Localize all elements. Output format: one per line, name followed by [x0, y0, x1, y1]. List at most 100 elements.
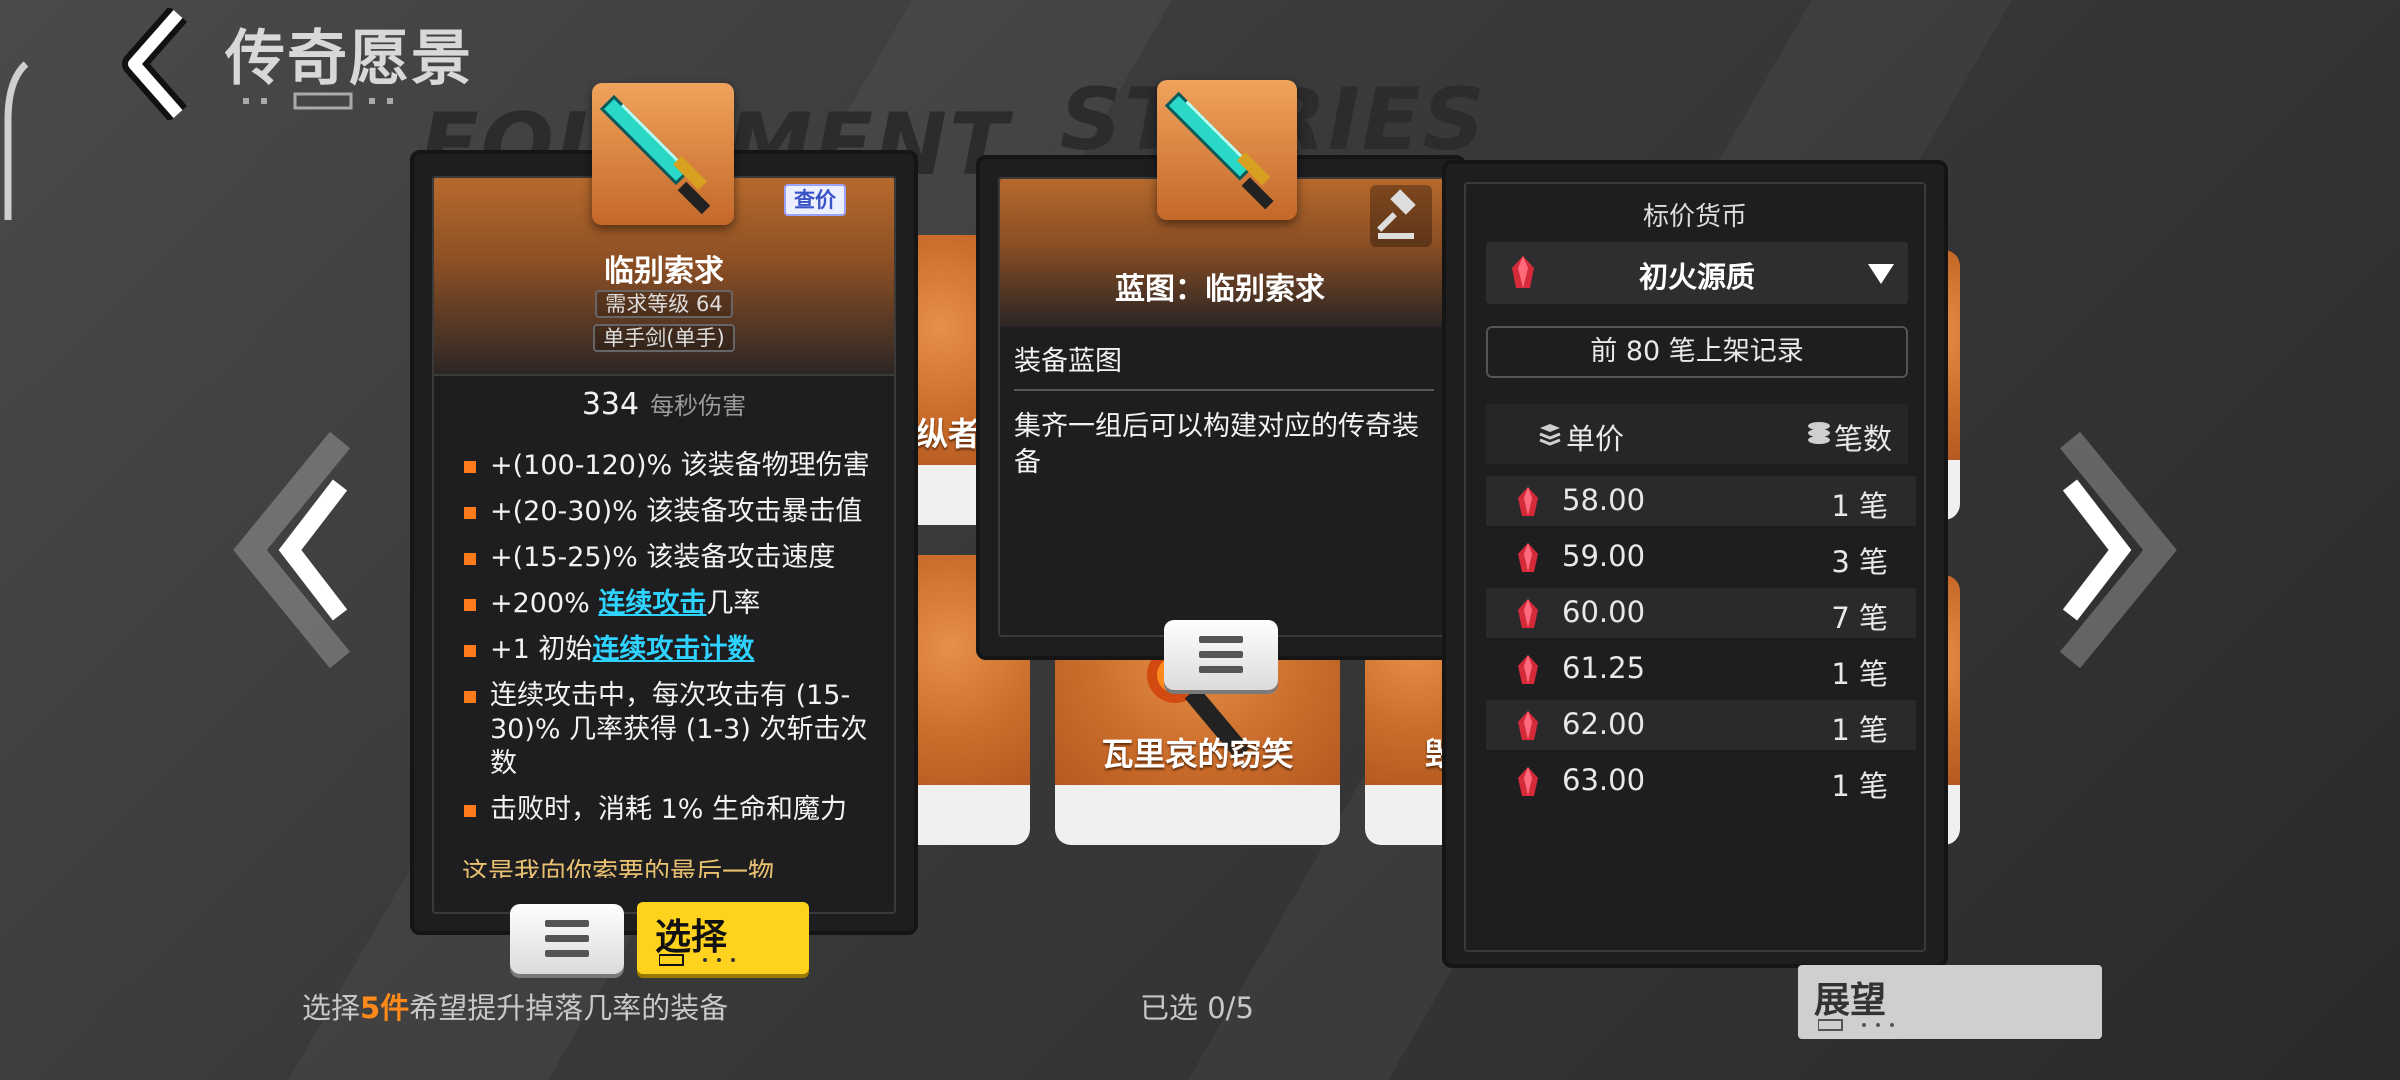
- row-count: 3 笔: [1831, 545, 1888, 579]
- flavor-text: 这是我向你索要的最后一物: [462, 858, 775, 878]
- stat-text: +(15-25)% 该装备攻击速度: [490, 542, 836, 573]
- item-menu-button[interactable]: [510, 904, 624, 974]
- blueprint-tooltip-panel: 蓝图：临别索求 装备蓝图 集齐一组后可以构建对应的传奇装备: [976, 155, 1466, 660]
- stat-text: +(20-30)% 该装备攻击暴击值: [490, 496, 863, 527]
- coin-stack-icon: [1539, 424, 1561, 446]
- stat-text: +200%: [490, 588, 599, 619]
- records-button[interactable]: 前 80 笔上架记录: [1486, 326, 1908, 378]
- blueprint-description: 集齐一组后可以构建对应的传奇装备: [1014, 411, 1419, 478]
- stat-bullet: [464, 691, 476, 703]
- row-price: 59.00: [1562, 539, 1646, 573]
- price-table-header: 单价 笔数: [1486, 404, 1908, 464]
- row-count: 1 笔: [1831, 713, 1888, 747]
- back-button[interactable]: [118, 6, 198, 122]
- dps-label: 每秒伤害: [650, 392, 747, 420]
- currency-name: 初火源质: [1638, 260, 1755, 294]
- select-button[interactable]: 选择: [637, 902, 809, 974]
- crystal-icon: [1518, 599, 1538, 628]
- selection-hint: 选择5件希望提升掉落几率的装备: [302, 985, 728, 1027]
- stat-bullet: [464, 599, 476, 611]
- crystal-icon: [1518, 711, 1538, 740]
- row-price: 58.00: [1562, 483, 1646, 517]
- keyword-link-combo-count[interactable]: 连续攻击计数: [592, 634, 754, 665]
- required-level: 需求等级 64: [595, 290, 733, 318]
- row-price: 61.25: [1562, 651, 1646, 685]
- stat-text: +(100-120)% 该装备物理伤害: [490, 450, 870, 481]
- bg-card-label: 瓦里哀的窃笑: [1101, 735, 1294, 773]
- price-row[interactable]: 59.00 3 笔: [1486, 532, 1916, 582]
- currency-label: 标价货币: [1642, 202, 1747, 232]
- col-count: 笔数: [1834, 422, 1893, 456]
- back-chevron-icon: [122, 6, 188, 122]
- stat-text: 几率: [706, 588, 761, 619]
- crystal-icon: [1518, 655, 1538, 684]
- row-count: 1 笔: [1831, 769, 1888, 803]
- keyword-link-combo-attack[interactable]: 连续攻击: [598, 588, 706, 619]
- blueprint-menu-button[interactable]: [1164, 620, 1278, 690]
- item-tooltip-panel: 查价 临别索求 需求等级 64 单手剑(单手) 334 每秒伤害 +(100-1…: [410, 150, 918, 935]
- price-row[interactable]: 58.00 1 笔: [1486, 476, 1916, 526]
- stat-text: 连续攻击中，每次攻击有 (15-30)% 几率获得 (1-3) 次斩击次数: [490, 680, 868, 779]
- stat-text: +1 初始: [490, 634, 593, 665]
- outlook-decoration: [1818, 1019, 1894, 1031]
- col-price: 单价: [1566, 422, 1625, 456]
- currency-dropdown[interactable]: 初火源质: [1486, 242, 1908, 304]
- blueprint-title: 蓝图：临别索求: [1115, 272, 1325, 307]
- stat-bullet: [464, 553, 476, 565]
- stat-row: +(20-30)% 该装备攻击暴击值: [464, 495, 884, 529]
- stat-row: +(15-25)% 该装备攻击速度: [464, 541, 884, 575]
- stat-bullet: [464, 461, 476, 473]
- row-count: 1 笔: [1831, 657, 1888, 691]
- hint-prefix: 选择: [302, 991, 361, 1025]
- price-panel: 标价货币 初火源质 前 80 笔上架记录 单价 笔数 58.00 1 笔 59.…: [1442, 160, 1948, 968]
- stat-bullet: [464, 805, 476, 817]
- price-row[interactable]: 62.00 1 笔: [1486, 700, 1916, 750]
- crystal-icon: [1518, 767, 1538, 796]
- stat-bullet: [464, 507, 476, 519]
- row-count: 1 笔: [1831, 489, 1888, 523]
- dps-line: 334 每秒伤害: [414, 386, 914, 422]
- crystal-icon: [1518, 543, 1538, 572]
- auction-gavel-icon[interactable]: [1370, 185, 1432, 247]
- selected-count: 已选 0/5: [1140, 991, 1254, 1025]
- outlook-button[interactable]: 展望: [1798, 965, 2102, 1039]
- row-count: 7 笔: [1831, 601, 1888, 635]
- crystal-icon: [1518, 487, 1538, 516]
- stat-row: +200% 连续攻击几率: [464, 587, 884, 621]
- stat-row: +(100-120)% 该装备物理伤害: [464, 449, 884, 483]
- coin-stack-icon: [1808, 422, 1830, 444]
- price-row[interactable]: 63.00 1 笔: [1486, 756, 1916, 806]
- dps-value: 334: [581, 387, 640, 422]
- weapon-type: 单手剑(单手): [593, 324, 735, 352]
- title-decoration: [243, 92, 393, 110]
- outlook-label: 展望: [1814, 980, 1887, 1021]
- row-price: 62.00: [1562, 707, 1646, 741]
- item-name: 临别索求: [604, 254, 724, 289]
- next-page-arrow[interactable]: [2030, 430, 2180, 670]
- hint-highlight: 5件: [360, 991, 410, 1025]
- stat-list: +(100-120)% 该装备物理伤害 +(20-30)% 该装备攻击暴击值 +…: [464, 449, 884, 839]
- blueprint-icon-frame: [1157, 80, 1297, 220]
- stat-row: +1 初始连续攻击计数: [464, 633, 884, 667]
- item-icon-frame: [592, 83, 734, 225]
- price-list[interactable]: 58.00 1 笔 59.00 3 笔 60.00 7 笔 61.25 1 笔 …: [1486, 476, 1916, 840]
- select-label: 选择: [655, 917, 728, 958]
- price-row[interactable]: 60.00 7 笔: [1486, 588, 1916, 638]
- sword-icon: [599, 94, 711, 215]
- row-price: 60.00: [1562, 595, 1646, 629]
- stat-row: 击败时，消耗 1% 生命和魔力: [464, 793, 884, 827]
- select-decoration: [659, 954, 735, 966]
- page-title: 传奇愿景: [225, 24, 473, 94]
- sword-icon: [1164, 91, 1274, 210]
- stat-text: 击败时，消耗 1% 生命和魔力: [490, 794, 847, 825]
- query-price-button[interactable]: 查价: [784, 184, 846, 216]
- dropdown-triangle-icon: [1868, 264, 1894, 284]
- price-row[interactable]: 61.25 1 笔: [1486, 644, 1916, 694]
- screen-edge-bracket: [4, 61, 29, 220]
- stat-bullet: [464, 645, 476, 657]
- row-price: 63.00: [1562, 763, 1646, 797]
- prev-page-arrow[interactable]: [230, 430, 380, 670]
- hint-suffix: 希望提升掉落几率的装备: [409, 991, 729, 1025]
- stat-row: 连续攻击中，每次攻击有 (15-30)% 几率获得 (1-3) 次斩击次数: [464, 679, 884, 781]
- blueprint-category: 装备蓝图: [1014, 346, 1122, 377]
